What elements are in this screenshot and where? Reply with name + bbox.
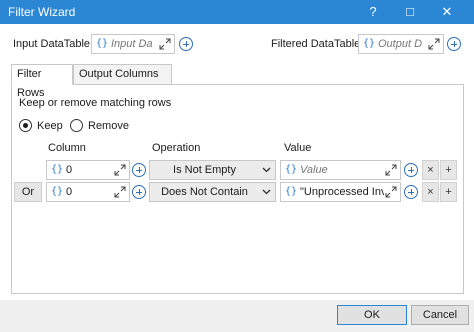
expand-icon[interactable] xyxy=(428,38,440,50)
add-circle-icon[interactable] xyxy=(132,163,146,177)
row2-value-field[interactable]: {} "Unprocessed Inv xyxy=(280,182,401,202)
input-datatable-field[interactable]: {} Input Da xyxy=(91,34,175,54)
cancel-button[interactable]: Cancel xyxy=(411,305,469,325)
keep-radio[interactable] xyxy=(19,119,32,132)
row2-operation-value: Does Not Contain xyxy=(161,186,248,198)
chevron-down-icon xyxy=(262,167,271,173)
add-row-button[interactable]: + xyxy=(440,182,457,202)
maximize-icon[interactable]: □ xyxy=(393,0,427,24)
or-connector-button[interactable]: Or xyxy=(14,182,42,202)
filtered-datatable-placeholder: Output D xyxy=(378,38,423,50)
input-datatable-placeholder: Input Da xyxy=(111,38,153,50)
expand-icon[interactable] xyxy=(385,186,397,198)
row2-column-value: 0 xyxy=(66,186,73,198)
add-row-button[interactable]: + xyxy=(440,160,457,180)
expression-icon: {} xyxy=(51,164,64,175)
expression-icon: {} xyxy=(51,186,64,197)
chevron-down-icon xyxy=(262,189,271,195)
window-title: Filter Wizard xyxy=(8,5,76,19)
filtered-datatable-field[interactable]: {} Output D xyxy=(358,34,444,54)
operation-header: Operation xyxy=(152,142,201,154)
column-header: Column xyxy=(48,142,86,154)
row1-column-field[interactable]: {} 0 xyxy=(46,160,130,180)
remove-row-button[interactable]: × xyxy=(422,160,439,180)
keep-radio-label[interactable]: Keep xyxy=(37,120,63,132)
row1-column-value: 0 xyxy=(66,164,73,176)
expand-icon[interactable] xyxy=(114,186,126,198)
expression-icon: {} xyxy=(285,164,298,175)
help-icon[interactable]: ? xyxy=(356,0,390,24)
tab-output-columns[interactable]: Output Columns xyxy=(73,64,172,85)
expand-icon[interactable] xyxy=(159,38,171,50)
value-header: Value xyxy=(284,142,312,154)
tab-filter-rows[interactable]: Filter Rows xyxy=(11,64,73,99)
ok-button[interactable]: OK xyxy=(337,305,407,325)
row1-value-placeholder: Value xyxy=(300,164,328,176)
filtered-datatable-label: Filtered DataTable xyxy=(271,38,361,50)
add-circle-icon[interactable] xyxy=(179,37,193,51)
expression-icon: {} xyxy=(363,38,376,49)
row2-operation-select[interactable]: Does Not Contain xyxy=(149,182,276,202)
row1-operation-value: Is Not Empty xyxy=(173,164,236,176)
remove-radio-label[interactable]: Remove xyxy=(88,120,129,132)
row2-column-field[interactable]: {} 0 xyxy=(46,182,130,202)
expand-icon[interactable] xyxy=(385,164,397,176)
expand-icon[interactable] xyxy=(114,164,126,176)
expression-icon: {} xyxy=(96,38,109,49)
remove-radio[interactable] xyxy=(70,119,83,132)
close-icon[interactable]: ✕ xyxy=(430,0,464,24)
add-circle-icon[interactable] xyxy=(132,185,146,199)
add-circle-icon[interactable] xyxy=(404,163,418,177)
add-circle-icon[interactable] xyxy=(404,185,418,199)
row1-operation-select[interactable]: Is Not Empty xyxy=(149,160,276,180)
add-circle-icon[interactable] xyxy=(447,37,461,51)
row2-value-text: "Unprocessed Inv xyxy=(300,186,384,198)
title-bar: Filter Wizard ? □ ✕ xyxy=(0,0,474,24)
input-datatable-label: Input DataTable xyxy=(13,38,91,50)
expression-icon: {} xyxy=(285,186,298,197)
row1-value-field[interactable]: {} Value xyxy=(280,160,401,180)
remove-row-button[interactable]: × xyxy=(422,182,439,202)
